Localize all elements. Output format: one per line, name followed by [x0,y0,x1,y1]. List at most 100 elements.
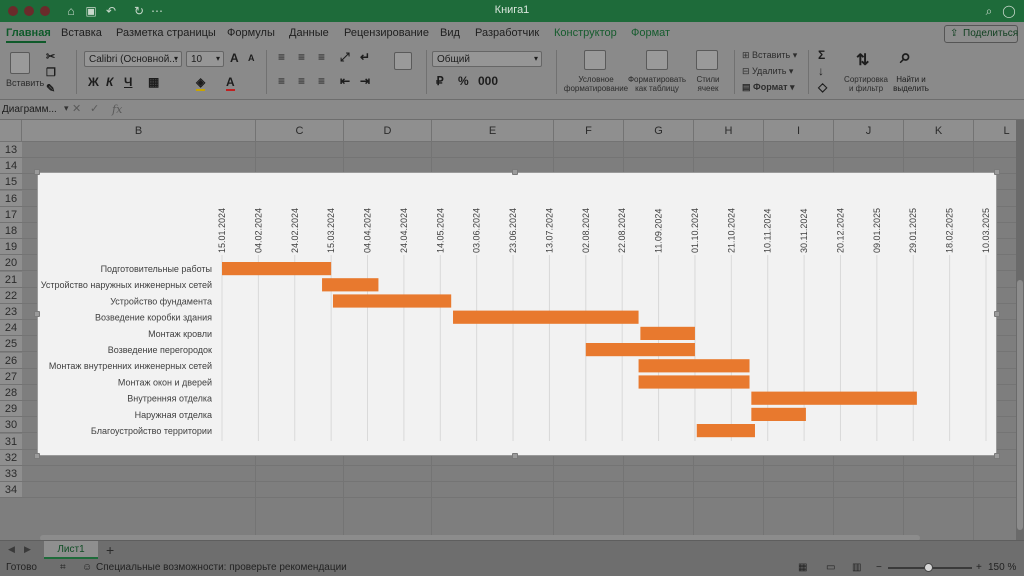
zoom-slider-thumb[interactable] [924,563,933,572]
row-header[interactable]: 14 [0,158,22,175]
row-header[interactable]: 26 [0,352,22,369]
resize-handle[interactable] [34,311,40,317]
resize-handle[interactable] [34,169,40,175]
gantt-chart[interactable]: 15.01.2024 04.02.2024 24.02.2024 15.03.2024… [37,172,997,456]
column-header[interactable]: K [904,120,974,142]
row-header[interactable]: 23 [0,304,22,320]
name-box[interactable]: Диаграмм... [0,102,62,118]
row-header[interactable]: 24 [0,320,22,337]
column-header[interactable]: I [764,120,834,142]
page-break-view-icon[interactable]: ▥ [852,562,861,573]
formula-input[interactable] [130,102,1020,118]
fill-color-icon[interactable]: ◈ [196,75,206,91]
autosum-icon[interactable]: Σ [818,48,825,62]
accessibility-status[interactable]: Специальные возможности: проверьте реком… [96,562,347,573]
row-header[interactable]: 27 [0,368,22,385]
tab-view[interactable]: Вид [440,27,460,39]
borders-icon[interactable]: ▦ [148,75,159,89]
user-icon[interactable]: ◯ [1002,4,1016,18]
merge-cells-icon[interactable] [394,52,412,70]
column-header[interactable]: B [22,120,256,142]
find-icon[interactable]: ⌕ [900,46,911,69]
macro-record-icon[interactable]: ⌗ [60,562,66,573]
resize-handle[interactable] [994,169,1000,175]
italic-button[interactable]: К [106,75,113,89]
align-middle-icon[interactable]: ≡ [298,50,305,64]
orientation-icon[interactable]: ⤢ [340,50,350,65]
zoom-out-icon[interactable]: − [876,562,882,573]
resize-handle[interactable] [34,453,40,459]
tab-format[interactable]: Формат [631,27,670,39]
resize-handle[interactable] [994,453,1000,459]
font-color-button[interactable]: А [226,75,235,91]
copy-icon[interactable]: ❐ [46,66,56,79]
row-header[interactable]: 22 [0,287,22,304]
column-header[interactable]: G [624,120,694,142]
paste-icon[interactable] [10,52,30,74]
zoom-in-icon[interactable]: + [976,562,982,573]
align-left-icon[interactable]: ≡ [278,74,285,88]
row-header[interactable]: 19 [0,239,22,256]
currency-icon[interactable]: ₽ [436,74,444,88]
indent-decrease-icon[interactable]: ⇤ [340,74,350,88]
prev-sheet-icon[interactable]: ◀ [8,544,15,555]
row-header[interactable]: 15 [0,174,22,191]
row-header[interactable]: 18 [0,223,22,239]
column-header[interactable]: L [974,120,1016,142]
zoom-level[interactable]: 150 % [988,562,1016,573]
vertical-scrollbar-thumb[interactable] [1017,280,1023,530]
row-header[interactable]: 20 [0,255,22,272]
tab-data[interactable]: Данные [289,27,329,39]
sort-filter-icon[interactable]: ⇅ [856,50,869,70]
sort-filter-button[interactable]: Сортировка и фильтр [838,75,894,93]
tab-chart-design[interactable]: Конструктор [554,27,617,39]
font-name-select[interactable]: Calibri (Основной... ▾ [84,51,182,67]
increase-font-icon[interactable]: A [230,51,239,65]
conditional-format-icon[interactable] [584,50,606,70]
bold-button[interactable]: Ж [88,75,99,89]
column-header[interactable]: D [344,120,432,142]
row-header[interactable]: 29 [0,401,22,418]
tab-home[interactable]: Главная [6,27,51,39]
name-box-dropdown-icon[interactable]: ▾ [64,103,69,114]
normal-view-icon[interactable]: ▦ [798,562,807,573]
align-bottom-icon[interactable]: ≡ [318,50,325,64]
align-top-icon[interactable]: ≡ [278,50,285,64]
resize-handle[interactable] [512,169,518,175]
cell-styles-icon[interactable] [696,50,718,70]
row-header[interactable]: 17 [0,206,22,223]
cell-styles-button[interactable]: Стили ячеек [688,75,728,93]
row-header[interactable]: 34 [0,482,22,499]
font-size-select[interactable]: 10 ▾ [186,51,224,67]
share-button[interactable]: ⇪ Поделиться [944,25,1018,43]
resize-handle[interactable] [994,311,1000,317]
select-all-corner[interactable] [0,120,22,142]
delete-cells-button[interactable]: ⊟ Удалить ▾ [742,66,793,77]
resize-handle[interactable] [512,453,518,459]
tab-insert[interactable]: Вставка [61,27,102,39]
clear-icon[interactable]: ◇ [818,80,827,94]
align-center-icon[interactable]: ≡ [298,74,305,88]
indent-increase-icon[interactable]: ⇥ [360,74,370,88]
row-header[interactable]: 31 [0,433,22,450]
find-select-button[interactable]: Найти и выделить [888,75,934,93]
tab-formulas[interactable]: Формулы [227,27,275,39]
row-header[interactable]: 32 [0,449,22,466]
row-header[interactable]: 30 [0,417,22,434]
format-cells-button[interactable]: ▤ Формат ▾ [742,82,795,93]
row-header[interactable]: 25 [0,336,22,353]
format-as-table-button[interactable]: Форматировать как таблицу [622,75,692,93]
cut-icon[interactable]: ✂ [46,50,55,63]
row-header[interactable]: 16 [0,190,22,207]
column-header[interactable]: C [256,120,344,142]
page-layout-view-icon[interactable]: ▭ [826,562,835,573]
accessibility-icon[interactable]: ☺ [82,562,92,573]
row-header[interactable]: 33 [0,466,22,482]
tab-developer[interactable]: Разработчик [475,27,539,39]
decrease-font-icon[interactable]: A [248,53,255,63]
insert-function-label[interactable]: fx [112,103,122,116]
row-header[interactable]: 13 [0,142,22,158]
format-as-table-icon[interactable] [646,50,668,70]
fill-icon[interactable]: ↓ [818,64,824,78]
row-header[interactable]: 28 [0,385,22,401]
